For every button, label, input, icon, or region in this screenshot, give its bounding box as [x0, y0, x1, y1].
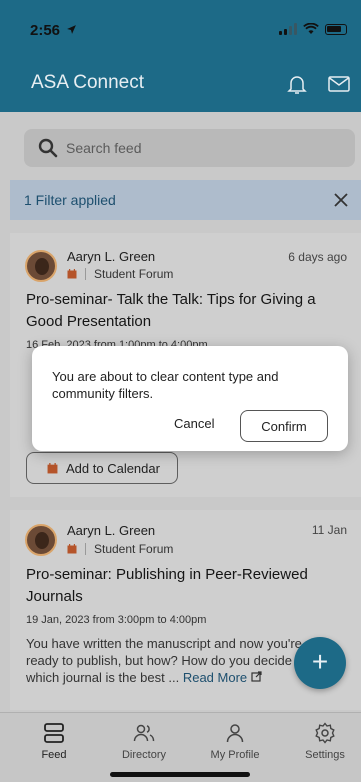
person-icon	[226, 724, 244, 743]
cellular-signal-icon	[279, 23, 297, 35]
post-date: 19 Jan, 2023 from 3:00pm to 4:00pm	[26, 614, 207, 626]
feed-icon	[44, 723, 64, 743]
people-icon	[133, 724, 155, 742]
status-time: 2:56	[30, 22, 77, 39]
tab-settings[interactable]: Settings	[285, 721, 361, 761]
location-arrow-icon	[67, 25, 77, 34]
search-bar[interactable]	[24, 129, 355, 167]
close-icon[interactable]	[331, 190, 351, 210]
post-time: 6 days ago	[288, 250, 347, 264]
wifi-icon	[303, 23, 319, 34]
forum-name: Student Forum	[94, 267, 174, 281]
status-time-text: 2:56	[30, 22, 61, 39]
forum-name: Student Forum	[94, 542, 174, 556]
mail-icon[interactable]	[327, 72, 351, 96]
search-input[interactable]	[66, 129, 346, 167]
app-title: ASA Connect	[31, 72, 145, 93]
create-post-button[interactable]: +	[294, 637, 346, 689]
tab-label: Settings	[305, 749, 345, 761]
tab-label: Directory	[121, 749, 166, 761]
confirm-dialog: You are about to clear content type and …	[32, 346, 348, 451]
gear-icon	[315, 722, 335, 744]
bell-icon[interactable]	[285, 72, 309, 96]
external-link-icon[interactable]	[251, 671, 262, 682]
tab-feed[interactable]: Feed	[14, 721, 94, 761]
author-name: Aaryn L. Green	[67, 523, 156, 538]
post-title[interactable]: Pro-seminar- Talk the Talk: Tips for Giv…	[26, 289, 351, 333]
filter-bar: 1 Filter applied	[10, 180, 361, 220]
search-icon	[38, 138, 58, 158]
tab-directory[interactable]: Directory	[104, 721, 184, 761]
cancel-button[interactable]: Cancel	[174, 416, 214, 431]
home-indicator	[110, 772, 250, 777]
calendar-icon	[47, 462, 58, 473]
calendar-icon	[67, 269, 77, 279]
post-time: 11 Jan	[311, 523, 347, 537]
tab-my-profile[interactable]: My Profile	[195, 721, 275, 761]
tab-label: My Profile	[210, 749, 260, 761]
status-bar: 2:56	[0, 0, 361, 56]
add-to-calendar-button[interactable]: Add to Calendar	[26, 452, 178, 484]
avatar	[25, 524, 57, 556]
forum-row: Student Forum	[67, 542, 173, 556]
battery-icon	[325, 23, 347, 35]
author-name: Aaryn L. Green	[67, 249, 156, 264]
post-title[interactable]: Pro-seminar: Publishing in Peer-Reviewed…	[26, 564, 351, 608]
read-more-link[interactable]: Read More	[183, 670, 247, 685]
dialog-message: You are about to clear content type and …	[52, 369, 279, 401]
tab-label: Feed	[41, 749, 67, 761]
avatar	[25, 250, 57, 282]
status-icons	[279, 23, 347, 35]
calendar-icon	[67, 544, 77, 554]
app-header: ASA Connect	[0, 56, 361, 112]
forum-row: Student Forum	[67, 267, 173, 281]
add-to-calendar-label: Add to Calendar	[66, 460, 160, 476]
post-snippet: You have written the manuscript and now …	[26, 635, 306, 686]
confirm-button[interactable]: Confirm	[240, 410, 328, 442]
filter-applied-label[interactable]: 1 Filter applied	[24, 192, 116, 208]
